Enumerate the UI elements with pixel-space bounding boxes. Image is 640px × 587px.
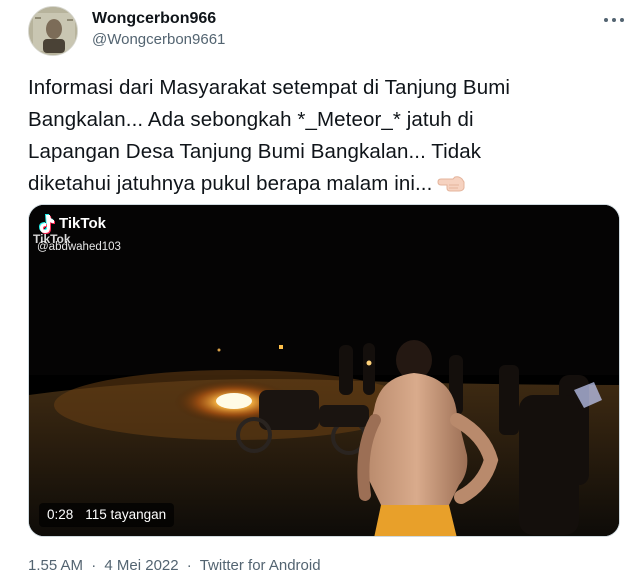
meta-separator: · xyxy=(91,557,97,574)
pointing-left-hand-icon xyxy=(436,172,466,204)
tweet-text: Informasi dari Masyarakat setempat di Ta… xyxy=(28,72,618,204)
tweet-text-line: Informasi dari Masyarakat setempat di Ta… xyxy=(28,76,511,99)
tiktok-watermark: TikTok xyxy=(59,215,106,232)
tweet-text-line: Bangkalan... Ada sebongkah *_Meteor_* ja… xyxy=(28,108,474,131)
tweet-meta: 1.55 AM · 4 Mei 2022 · Twitter for Andro… xyxy=(28,557,321,574)
more-icon[interactable] xyxy=(600,10,628,30)
tweet-time[interactable]: 1.55 AM xyxy=(28,557,83,574)
tweet-card: Wongcerbon966 @Wongcerbon9661 Informasi … xyxy=(0,0,640,587)
author-handle[interactable]: @Wongcerbon9661 xyxy=(92,31,225,48)
tiktok-username: @abdwahed103 xyxy=(37,241,121,253)
video-player[interactable]: TikTok TikTok @abdwahed103 0:28 115 tayan… xyxy=(28,204,620,537)
tweet-text-line: diketahui jatuhnya pukul berapa malam in… xyxy=(28,172,433,195)
author-avatar[interactable] xyxy=(28,6,78,56)
tweet-text-line-last: diketahui jatuhnya pukul berapa malam in… xyxy=(28,168,618,204)
tweet-source[interactable]: Twitter for Android xyxy=(200,557,321,574)
meta-separator: · xyxy=(186,557,192,574)
tweet-text-line: Lapangan Desa Tanjung Bumi Bangkalan... … xyxy=(28,140,482,163)
tweet-date[interactable]: 4 Mei 2022 xyxy=(104,557,178,574)
video-duration: 0:28 xyxy=(47,507,74,522)
author-name[interactable]: Wongcerbon966 xyxy=(92,10,216,28)
video-frame xyxy=(29,205,619,536)
video-info-badge: 0:28 115 tayangan xyxy=(39,503,175,527)
video-views: 115 tayangan xyxy=(85,507,167,522)
